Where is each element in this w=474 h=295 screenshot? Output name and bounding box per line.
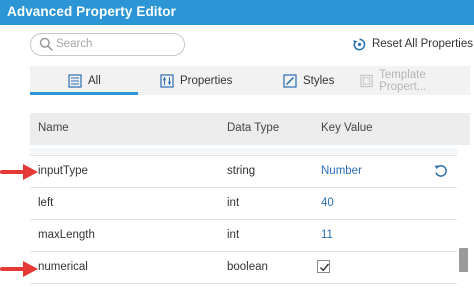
- search-icon: [39, 37, 53, 51]
- search-box[interactable]: Search: [30, 33, 185, 56]
- reset-all-label: Reset All Properties: [372, 38, 473, 50]
- styles-icon: [283, 73, 297, 88]
- scrollbar-track[interactable]: [458, 148, 470, 295]
- property-table-body: inputType string Number left int 40 maxL…: [30, 148, 457, 295]
- numerical-checkbox[interactable]: [317, 260, 330, 273]
- property-name: inputType: [38, 165, 88, 177]
- template-icon: [360, 74, 373, 87]
- property-data-type: int: [227, 197, 240, 209]
- tab-properties-label: Properties: [180, 74, 233, 87]
- title-bar: Advanced Property Editor: [0, 0, 474, 25]
- active-tab-indicator: [30, 92, 138, 95]
- tab-template-properties[interactable]: Template Propert...: [360, 66, 470, 95]
- table-row[interactable]: left int 40: [30, 188, 457, 220]
- tab-styles[interactable]: Styles: [283, 66, 334, 95]
- property-data-type: boolean: [227, 261, 268, 273]
- reset-icon: [352, 38, 366, 50]
- list-icon: [68, 73, 82, 88]
- table-row[interactable]: inputType string Number: [30, 156, 457, 188]
- property-data-type: int: [227, 229, 240, 241]
- tab-template-label: Template Propert...: [379, 68, 427, 93]
- property-value[interactable]: 11: [321, 229, 333, 241]
- table-header: Name Data Type Key Value: [30, 113, 470, 145]
- properties-icon: [160, 73, 174, 88]
- property-data-type: string: [227, 165, 256, 177]
- tab-bar: All Properties Styles Template Propert..…: [30, 66, 470, 95]
- tab-all-label: All: [88, 74, 101, 87]
- property-name: maxLength: [38, 229, 95, 241]
- property-value[interactable]: Number: [321, 165, 362, 177]
- annotation-arrow-icon: [0, 164, 38, 180]
- annotation-arrow-icon: [0, 261, 38, 277]
- checkmark-icon: [319, 263, 330, 272]
- table-row-partial: [30, 148, 457, 156]
- tab-properties[interactable]: Properties: [160, 66, 232, 95]
- window-title: Advanced Property Editor: [7, 4, 176, 19]
- property-name: numerical: [38, 261, 88, 273]
- search-input[interactable]: Search: [56, 38, 92, 50]
- property-name: left: [38, 197, 54, 209]
- property-value[interactable]: 40: [321, 197, 334, 209]
- column-header-key-value[interactable]: Key Value: [321, 122, 373, 134]
- reset-property-icon[interactable]: [433, 163, 449, 179]
- reset-all-button[interactable]: Reset All Properties: [352, 36, 473, 52]
- table-row[interactable]: numerical boolean: [30, 252, 457, 284]
- scrollbar-thumb[interactable]: [459, 248, 468, 272]
- tab-all[interactable]: All: [68, 66, 101, 95]
- table-row[interactable]: maxLength int 11: [30, 220, 457, 252]
- column-header-data-type[interactable]: Data Type: [227, 122, 279, 134]
- column-header-name[interactable]: Name: [38, 122, 69, 134]
- tab-styles-label: Styles: [303, 74, 335, 87]
